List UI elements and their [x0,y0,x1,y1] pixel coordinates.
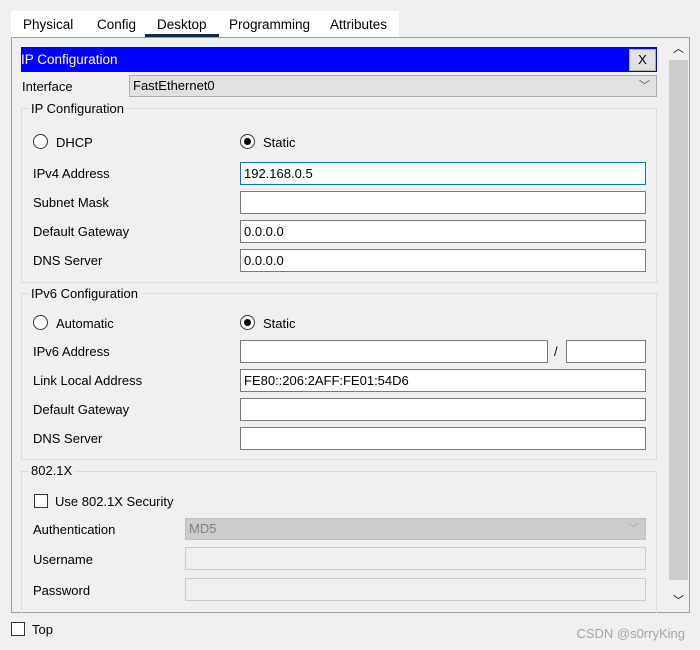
subnet-mask-label: Subnet Mask [33,195,109,210]
static-label: Static [263,135,296,150]
dhcp-radio[interactable] [33,134,48,149]
ipv4-address-input[interactable]: 192.168.0.5 [240,162,646,185]
dns-server-label: DNS Server [33,253,103,268]
ipv6-static-radio[interactable] [240,315,255,330]
authentication-select[interactable]: MD5 ﹀ [185,518,646,540]
dot1x-legend: 802.1X [29,463,75,478]
chevron-down-icon: ﹀ [639,80,650,92]
password-label: Password [33,583,91,598]
ipv6-address-label: IPv6 Address [33,344,110,359]
close-button[interactable]: X [629,49,656,71]
chevron-down-icon: ﹀ [628,523,639,535]
tab-desktop[interactable]: Desktop [145,17,219,37]
ipv6-dns-label: DNS Server [33,431,103,446]
ipv6-address-input[interactable] [240,340,548,363]
top-label: Top [32,622,53,637]
use-8021x-label: Use 802.1X Security [55,494,174,509]
authentication-value: MD5 [189,521,217,536]
dns-server-input[interactable]: 0.0.0.0 [240,249,646,272]
prefix-slash: / [554,344,558,359]
scroll-up-icon[interactable]: ︿ [673,40,684,56]
ip-config-legend: IP Configuration [29,101,126,116]
window-title: IP Configuration [21,47,657,72]
link-local-input[interactable]: FE80::206:2AFF:FE01:54D6 [240,369,646,392]
tab-physical[interactable]: Physical [23,17,73,32]
static-radio[interactable] [240,134,255,149]
tab-attributes[interactable]: Attributes [330,17,387,32]
use-8021x-checkbox[interactable] [34,494,48,508]
dhcp-label: DHCP [56,135,93,150]
subnet-mask-input[interactable] [240,191,646,214]
interface-select[interactable]: FastEthernet0 ﹀ [129,75,657,97]
ipv6-automatic-label: Automatic [56,316,114,331]
interface-value: FastEthernet0 [133,78,215,93]
top-checkbox[interactable] [11,622,25,636]
scrollbar-thumb[interactable] [669,60,688,580]
ipv6-prefix-input[interactable] [566,340,646,363]
default-gateway-input[interactable]: 0.0.0.0 [240,220,646,243]
scroll-down-icon[interactable]: ﹀ [673,592,684,608]
ipv6-gateway-input[interactable] [240,398,646,421]
ipv6-static-label: Static [263,316,296,331]
ipv6-config-legend: IPv6 Configuration [29,286,140,301]
tab-bar: Physical Config Desktop Programming Attr… [11,11,399,37]
watermark: CSDN @s0rryKing [576,626,685,641]
authentication-label: Authentication [33,522,116,537]
link-local-label: Link Local Address [33,373,143,388]
default-gateway-label: Default Gateway [33,224,130,239]
interface-label: Interface [22,79,73,94]
tab-programming[interactable]: Programming [229,17,310,32]
ipv6-gateway-label: Default Gateway [33,402,130,417]
username-input[interactable] [185,547,646,570]
ipv6-automatic-radio[interactable] [33,315,48,330]
ipv6-dns-input[interactable] [240,427,646,450]
tab-config[interactable]: Config [97,17,136,32]
password-input[interactable] [185,578,646,601]
ipv4-address-label: IPv4 Address [33,166,110,181]
username-label: Username [33,552,93,567]
